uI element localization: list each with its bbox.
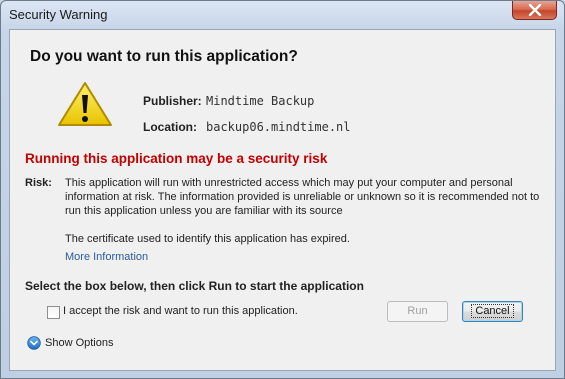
accept-risk-checkbox[interactable] (47, 306, 60, 319)
close-button[interactable] (512, 1, 557, 20)
location-value: backup06.mindtime.nl (206, 120, 351, 134)
run-instruction: Select the box below, then click Run to … (25, 279, 364, 293)
more-information-link[interactable]: More Information (65, 251, 148, 263)
publisher-label: Publisher: (143, 94, 202, 108)
show-options-link[interactable]: Show Options (45, 337, 113, 349)
window-title: Security Warning (9, 7, 108, 22)
cancel-button-label: Cancel (471, 304, 514, 318)
cancel-button[interactable]: Cancel (462, 301, 523, 322)
risk-heading: Running this application may be a securi… (25, 151, 328, 166)
dialog-body: Do you want to run this application? Pub… (9, 29, 556, 371)
certificate-expired-text: The certificate used to identify this ap… (65, 233, 350, 245)
security-warning-window: Security Warning Do you want to run this… (0, 0, 565, 379)
risk-label: Risk: (25, 177, 52, 189)
title-bar[interactable]: Security Warning (1, 1, 564, 29)
warning-triangle-icon (58, 82, 112, 126)
run-button[interactable]: Run (387, 301, 448, 322)
accept-risk-label[interactable]: I accept the risk and want to run this a… (63, 305, 298, 317)
risk-description: This application will run with unrestric… (65, 177, 540, 217)
publisher-value: Mindtime Backup (206, 94, 315, 108)
chevron-down-circle-icon[interactable] (27, 336, 41, 350)
location-label: Location: (143, 120, 197, 134)
close-icon (528, 4, 542, 16)
dialog-heading: Do you want to run this application? (30, 48, 298, 65)
